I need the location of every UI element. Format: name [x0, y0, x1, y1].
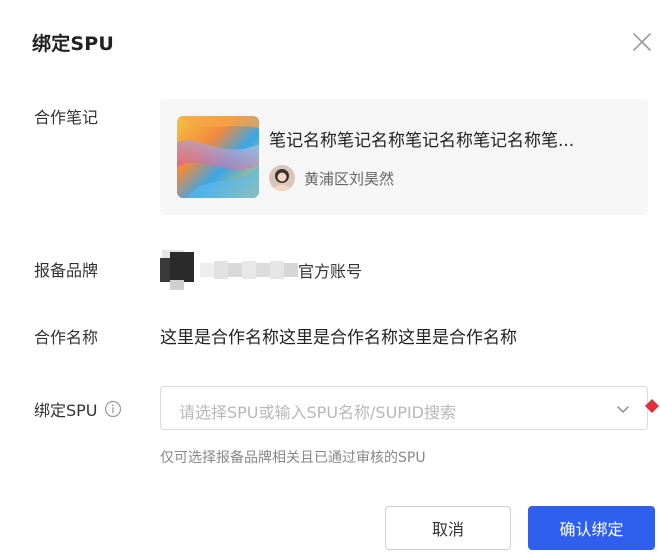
confirm-bind-button[interactable]: 确认绑定	[528, 506, 655, 550]
brand-label: 报备品牌	[34, 261, 99, 280]
brand-name-redacted	[200, 259, 298, 281]
note-card[interactable]: 笔记名称笔记名称笔记名称笔记名称笔... 黄浦区刘昊然	[160, 99, 648, 215]
spu-label-text: 绑定SPU	[34, 401, 98, 420]
brand-suffix: 官方账号	[298, 262, 363, 281]
brand-account: 官方账号	[160, 250, 362, 290]
spu-label: 绑定SPU	[34, 397, 122, 421]
close-button[interactable]	[630, 30, 654, 54]
spu-hint: 仅可选择报备品牌相关且已通过审核的SPU	[160, 450, 426, 466]
spu-select[interactable]: 请选择SPU或输入SPU名称/SUPID搜索	[160, 386, 648, 430]
bind-spu-dialog: 绑定SPU 合作笔记 笔记名称笔记名称笔记名称笔记名称笔... 黄浦区刘昊然 报…	[0, 0, 660, 556]
info-icon[interactable]	[104, 400, 122, 418]
cancel-button[interactable]: 取消	[385, 506, 511, 550]
author-avatar	[269, 165, 295, 191]
note-author: 黄浦区刘昊然	[269, 165, 394, 191]
brand-avatar	[160, 250, 194, 290]
required-diamond-icon	[645, 399, 659, 413]
dialog-title: 绑定SPU	[32, 33, 115, 55]
author-name: 黄浦区刘昊然	[304, 169, 395, 188]
note-thumbnail	[177, 116, 259, 198]
chevron-down-icon	[617, 406, 629, 413]
cooperation-label: 合作名称	[34, 328, 99, 347]
spu-select-placeholder: 请选择SPU或输入SPU名称/SUPID搜索	[179, 403, 456, 422]
note-title: 笔记名称笔记名称笔记名称笔记名称笔...	[269, 131, 575, 151]
note-label: 合作笔记	[34, 108, 99, 127]
close-icon	[633, 33, 651, 51]
cooperation-name: 这里是合作名称这里是合作名称这里是合作名称	[160, 328, 517, 348]
